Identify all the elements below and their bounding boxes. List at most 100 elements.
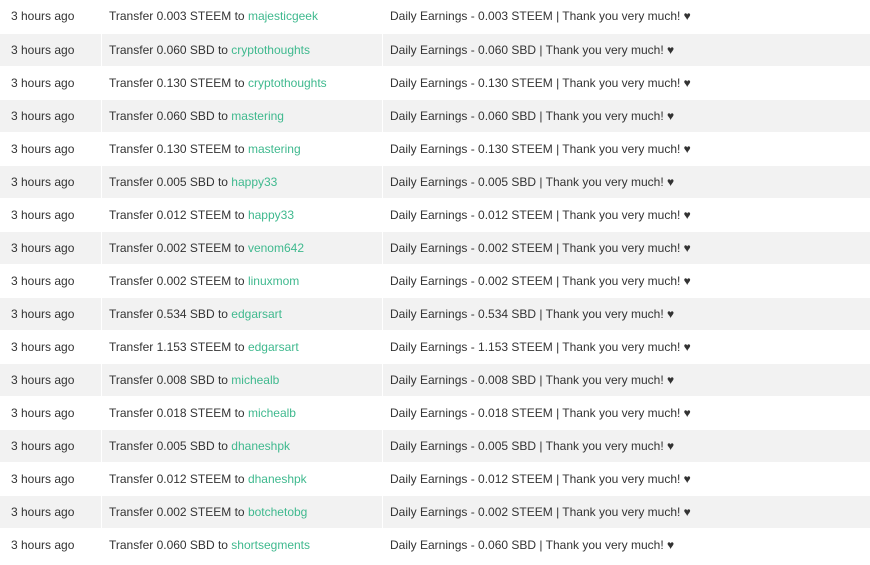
- table-row: 3 hours ago Transfer 0.130 STEEM to maste…: [0, 132, 870, 166]
- transfer-memo: Daily Earnings - 0.130 STEEM | Thank you…: [382, 132, 870, 166]
- transfer-amount-text: Transfer 0.002 STEEM to: [109, 273, 245, 288]
- transfer-description: Transfer 0.002 STEEM to venom642: [101, 231, 383, 265]
- recipient-link[interactable]: edgarsart: [248, 340, 299, 354]
- transfer-amount-text: Transfer 0.005 SBD to: [109, 438, 228, 453]
- transfer-time: 3 hours ago: [0, 33, 102, 67]
- transfer-time: 3 hours ago: [0, 231, 102, 265]
- transfer-memo: Daily Earnings - 0.012 STEEM | Thank you…: [382, 198, 870, 232]
- transfer-description: Transfer 0.130 STEEM to mastering: [101, 132, 383, 166]
- transfer-time: 3 hours ago: [0, 495, 102, 529]
- transfer-description: Transfer 0.060 SBD to shortsegments: [101, 528, 383, 562]
- transfer-amount-text: Transfer 0.060 SBD to: [109, 537, 228, 552]
- transfer-description: Transfer 0.005 SBD to dhaneshpk: [101, 429, 383, 463]
- table-row: 3 hours ago Transfer 0.018 STEEM to miche…: [0, 396, 870, 430]
- transfer-time: 3 hours ago: [0, 264, 102, 298]
- transfer-time: 3 hours ago: [0, 330, 102, 364]
- transfer-description: Transfer 0.060 SBD to cryptothoughts: [101, 33, 383, 67]
- table-row: 3 hours ago Transfer 0.012 STEEM to happy…: [0, 198, 870, 232]
- transfer-amount-text: Transfer 0.002 STEEM to: [109, 504, 245, 519]
- table-row: 3 hours ago Transfer 0.005 SBD to dhanesh…: [0, 429, 870, 463]
- transfer-description: Transfer 0.003 STEEM to majesticgeek: [101, 0, 383, 34]
- transfer-time: 3 hours ago: [0, 429, 102, 463]
- transfer-memo: Daily Earnings - 0.060 SBD | Thank you v…: [382, 33, 870, 67]
- table-row: 3 hours ago Transfer 0.060 SBD to masteri…: [0, 99, 870, 133]
- transfer-amount-text: Transfer 0.534 SBD to: [109, 306, 228, 321]
- recipient-link[interactable]: venom642: [248, 241, 304, 255]
- transfer-amount-text: Transfer 1.153 STEEM to: [109, 339, 245, 354]
- transfer-amount-text: Transfer 0.002 STEEM to: [109, 240, 245, 255]
- transfer-memo: Daily Earnings - 0.002 STEEM | Thank you…: [382, 231, 870, 265]
- table-row: 3 hours ago Transfer 0.012 STEEM to dhane…: [0, 462, 870, 496]
- table-row: 3 hours ago Transfer 0.002 STEEM to venom…: [0, 231, 870, 265]
- recipient-link[interactable]: cryptothoughts: [231, 43, 310, 57]
- recipient-link[interactable]: mastering: [231, 109, 284, 123]
- transfer-history-table: 3 hours ago Transfer 0.003 STEEM to majes…: [0, 0, 870, 562]
- recipient-link[interactable]: mastering: [248, 142, 301, 156]
- transfer-time: 3 hours ago: [0, 462, 102, 496]
- recipient-link[interactable]: michealb: [248, 406, 296, 420]
- transfer-description: Transfer 0.012 STEEM to happy33: [101, 198, 383, 232]
- transfer-memo: Daily Earnings - 0.002 STEEM | Thank you…: [382, 495, 870, 529]
- transfer-description: Transfer 0.005 SBD to happy33: [101, 165, 383, 199]
- recipient-link[interactable]: michealb: [231, 373, 279, 387]
- transfer-amount-text: Transfer 0.130 STEEM to: [109, 141, 245, 156]
- table-row: 3 hours ago Transfer 0.002 STEEM to botch…: [0, 495, 870, 529]
- transfer-time: 3 hours ago: [0, 99, 102, 133]
- transfer-time: 3 hours ago: [0, 165, 102, 199]
- table-row: 3 hours ago Transfer 0.008 SBD to micheal…: [0, 363, 870, 397]
- table-row: 3 hours ago Transfer 0.005 SBD to happy33…: [0, 165, 870, 199]
- recipient-link[interactable]: shortsegments: [231, 538, 310, 552]
- table-row: 3 hours ago Transfer 0.060 SBD to shortse…: [0, 528, 870, 562]
- transfer-memo: Daily Earnings - 0.008 SBD | Thank you v…: [382, 363, 870, 397]
- transfer-amount-text: Transfer 0.060 SBD to: [109, 108, 228, 123]
- table-row: 3 hours ago Transfer 0.002 STEEM to linux…: [0, 264, 870, 298]
- table-row: 3 hours ago Transfer 0.534 SBD to edgarsa…: [0, 297, 870, 331]
- transfer-description: Transfer 0.018 STEEM to michealb: [101, 396, 383, 430]
- transfer-memo: Daily Earnings - 1.153 STEEM | Thank you…: [382, 330, 870, 364]
- transfer-time: 3 hours ago: [0, 66, 102, 100]
- transfer-amount-text: Transfer 0.008 SBD to: [109, 372, 228, 387]
- transfer-time: 3 hours ago: [0, 396, 102, 430]
- transfer-memo: Daily Earnings - 0.005 SBD | Thank you v…: [382, 429, 870, 463]
- transfer-memo: Daily Earnings - 0.005 SBD | Thank you v…: [382, 165, 870, 199]
- transfer-memo: Daily Earnings - 0.002 STEEM | Thank you…: [382, 264, 870, 298]
- transfer-amount-text: Transfer 0.012 STEEM to: [109, 471, 245, 486]
- transfer-amount-text: Transfer 0.003 STEEM to: [109, 9, 245, 24]
- recipient-link[interactable]: edgarsart: [231, 307, 282, 321]
- transfer-time: 3 hours ago: [0, 363, 102, 397]
- transfer-description: Transfer 0.002 STEEM to botchetobg: [101, 495, 383, 529]
- transfer-time: 3 hours ago: [0, 297, 102, 331]
- table-row: 3 hours ago Transfer 0.130 STEEM to crypt…: [0, 66, 870, 100]
- transfer-amount-text: Transfer 0.005 SBD to: [109, 174, 228, 189]
- transfer-amount-text: Transfer 0.012 STEEM to: [109, 207, 245, 222]
- transfer-memo: Daily Earnings - 0.060 SBD | Thank you v…: [382, 99, 870, 133]
- recipient-link[interactable]: dhaneshpk: [231, 439, 290, 453]
- transfer-description: Transfer 1.153 STEEM to edgarsart: [101, 330, 383, 364]
- recipient-link[interactable]: linuxmom: [248, 274, 299, 288]
- recipient-link[interactable]: dhaneshpk: [248, 472, 307, 486]
- recipient-link[interactable]: botchetobg: [248, 505, 307, 519]
- transfer-description: Transfer 0.012 STEEM to dhaneshpk: [101, 462, 383, 496]
- recipient-link[interactable]: cryptothoughts: [248, 76, 327, 90]
- recipient-link[interactable]: happy33: [248, 208, 294, 222]
- transfer-time: 3 hours ago: [0, 132, 102, 166]
- transfer-description: Transfer 0.130 STEEM to cryptothoughts: [101, 66, 383, 100]
- transfer-memo: Daily Earnings - 0.130 STEEM | Thank you…: [382, 66, 870, 100]
- table-row: 3 hours ago Transfer 0.060 SBD to cryptot…: [0, 33, 870, 67]
- transfer-description: Transfer 0.002 STEEM to linuxmom: [101, 264, 383, 298]
- transfer-time: 3 hours ago: [0, 198, 102, 232]
- table-row: 3 hours ago Transfer 0.003 STEEM to majes…: [0, 0, 870, 34]
- transfer-memo: Daily Earnings - 0.012 STEEM | Thank you…: [382, 462, 870, 496]
- recipient-link[interactable]: happy33: [231, 175, 277, 189]
- transfer-amount-text: Transfer 0.060 SBD to: [109, 42, 228, 57]
- transfer-time: 3 hours ago: [0, 0, 102, 34]
- recipient-link[interactable]: majesticgeek: [248, 9, 318, 23]
- transfer-memo: Daily Earnings - 0.534 SBD | Thank you v…: [382, 297, 870, 331]
- transfer-time: 3 hours ago: [0, 528, 102, 562]
- transfer-amount-text: Transfer 0.130 STEEM to: [109, 75, 245, 90]
- transfer-amount-text: Transfer 0.018 STEEM to: [109, 405, 245, 420]
- transfer-description: Transfer 0.534 SBD to edgarsart: [101, 297, 383, 331]
- transfer-memo: Daily Earnings - 0.018 STEEM | Thank you…: [382, 396, 870, 430]
- transfer-description: Transfer 0.008 SBD to michealb: [101, 363, 383, 397]
- transfer-description: Transfer 0.060 SBD to mastering: [101, 99, 383, 133]
